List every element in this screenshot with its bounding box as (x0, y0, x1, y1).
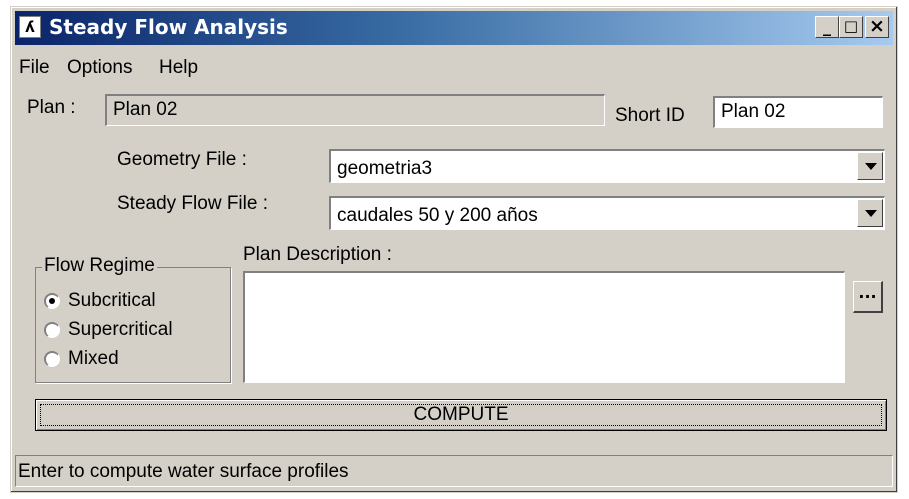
minimize-button[interactable]: _ (815, 16, 839, 38)
compute-button[interactable]: COMPUTE (35, 399, 887, 431)
title-bar[interactable]: ʎ Steady Flow Analysis _ □ × (15, 11, 893, 45)
geometry-file-select[interactable]: geometria3 (329, 149, 885, 183)
plan-description-label: Plan Description : (243, 244, 392, 265)
radio-button[interactable] (44, 351, 60, 367)
steady-flow-file-select[interactable]: caudales 50 y 200 años (329, 196, 885, 230)
menu-file[interactable]: File (19, 57, 50, 79)
radio-label-mixed: Mixed (68, 348, 119, 369)
plan-description-edit-button[interactable]: ... (853, 281, 883, 313)
short-id-label: Short ID (615, 105, 685, 126)
maximize-button[interactable]: □ (839, 16, 863, 38)
compute-button-label: COMPUTE (413, 404, 509, 425)
chevron-down-icon[interactable] (857, 152, 883, 180)
geometry-file-label: Geometry File : (117, 149, 247, 170)
menu-bar: File Options Help (15, 49, 893, 83)
plan-description-textarea[interactable] (243, 271, 845, 383)
flow-regime-group: Flow Regime Subcritical Supercritical Mi… (35, 255, 231, 383)
flow-regime-title: Flow Regime (42, 255, 157, 277)
steady-flow-analysis-window: ʎ Steady Flow Analysis _ □ × File Option… (10, 6, 898, 493)
plan-label: Plan : (27, 97, 76, 118)
short-id-input[interactable]: Plan 02 (713, 96, 883, 128)
app-icon[interactable]: ʎ (19, 16, 41, 38)
radio-button[interactable] (44, 322, 60, 338)
close-button[interactable]: × (865, 16, 889, 38)
steady-flow-file-value: caudales 50 y 200 años (337, 205, 538, 226)
menu-help[interactable]: Help (159, 57, 198, 79)
status-bar: Enter to compute water surface profiles (15, 455, 893, 487)
steady-flow-file-label: Steady Flow File : (117, 193, 268, 214)
plan-title-field[interactable]: Plan 02 (105, 94, 605, 126)
radio-label-subcritical: Subcritical (68, 290, 156, 311)
chevron-down-icon[interactable] (857, 199, 883, 227)
radio-button-checked[interactable] (44, 293, 60, 309)
window-title: Steady Flow Analysis (49, 15, 288, 39)
menu-options[interactable]: Options (67, 57, 132, 79)
radio-label-supercritical: Supercritical (68, 319, 173, 340)
geometry-file-value: geometria3 (337, 158, 433, 179)
status-text: Enter to compute water surface profiles (18, 461, 349, 482)
